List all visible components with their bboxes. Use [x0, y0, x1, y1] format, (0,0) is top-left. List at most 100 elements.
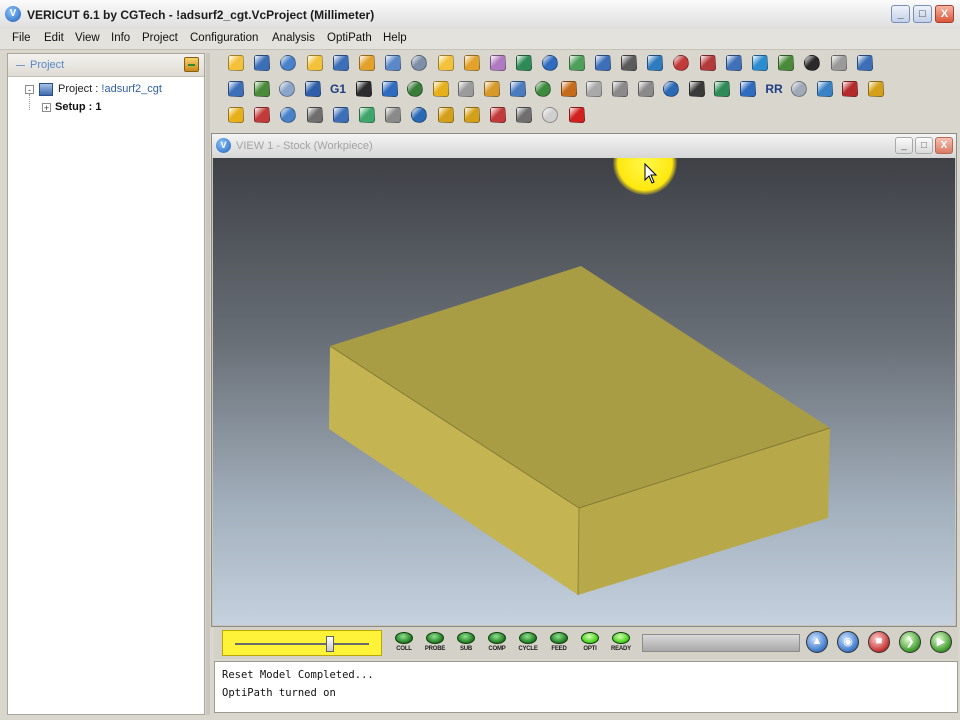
- toolbar-button[interactable]: [645, 53, 665, 73]
- view-close-button[interactable]: X: [935, 137, 953, 154]
- toolbar-button[interactable]: [462, 105, 482, 125]
- toolbar-button[interactable]: [488, 105, 508, 125]
- menu-configuration[interactable]: Configuration: [190, 32, 258, 44]
- menu-file[interactable]: File: [12, 32, 31, 44]
- view-minimize-button[interactable]: _: [895, 137, 913, 154]
- toolbar-button[interactable]: [277, 79, 297, 99]
- toolbar-button[interactable]: [866, 79, 886, 99]
- toolbar-button[interactable]: [789, 79, 809, 99]
- toolbar-button[interactable]: [383, 105, 403, 125]
- toolbar-icon: [228, 107, 244, 123]
- toolbar-button[interactable]: [514, 105, 534, 125]
- toolbar-button[interactable]: [252, 105, 272, 125]
- toolbar-button[interactable]: [508, 79, 528, 99]
- toolbar-button[interactable]: [661, 79, 681, 99]
- toolbar-button[interactable]: [278, 53, 298, 73]
- toolbar-button[interactable]: [584, 79, 604, 99]
- collapse-toggle-icon[interactable]: -: [25, 85, 34, 95]
- tree-item-project[interactable]: - Project : !adsurf2_cgt: [8, 82, 204, 98]
- toolbar-button[interactable]: [303, 79, 323, 99]
- toolbar-button[interactable]: [380, 79, 400, 99]
- tree-item-setup[interactable]: + Setup : 1: [8, 100, 204, 116]
- toolbar-button[interactable]: [431, 79, 451, 99]
- menu-project[interactable]: Project: [142, 32, 178, 44]
- message-log[interactable]: Reset Model Completed... OptiPath turned…: [214, 661, 958, 713]
- maximize-button[interactable]: □: [913, 5, 932, 23]
- toolbar-button[interactable]: [750, 53, 770, 73]
- menu-optipath[interactable]: OptiPath: [327, 32, 372, 44]
- single-step-button[interactable]: ❯: [899, 631, 921, 653]
- toolbar-icon: [535, 81, 551, 97]
- toolbar-button[interactable]: [540, 53, 560, 73]
- toolbar-button[interactable]: [383, 53, 403, 73]
- close-button[interactable]: X: [935, 5, 954, 23]
- toolbar-button[interactable]: [331, 53, 351, 73]
- toolbar-button[interactable]: [829, 53, 849, 73]
- stop-button[interactable]: ■: [868, 631, 890, 653]
- toolbar-button[interactable]: G1: [328, 79, 348, 99]
- toolbar-button[interactable]: [226, 79, 246, 99]
- menu-view[interactable]: View: [75, 32, 100, 44]
- toolbar-button[interactable]: [567, 53, 587, 73]
- toolbar-button[interactable]: [738, 79, 758, 99]
- toolbar-button[interactable]: [855, 53, 875, 73]
- toolbar-button[interactable]: [533, 79, 553, 99]
- toolbar-button[interactable]: [610, 79, 630, 99]
- toolbar-button[interactable]: [687, 79, 707, 99]
- graphics-viewport[interactable]: [213, 158, 955, 625]
- toolbar-button[interactable]: [305, 53, 325, 73]
- slider-thumb[interactable]: [326, 636, 334, 652]
- toolbar-button[interactable]: [776, 53, 796, 73]
- view-maximize-button[interactable]: □: [915, 137, 933, 154]
- toolbar-button[interactable]: [436, 105, 456, 125]
- toolbar-button[interactable]: [331, 105, 351, 125]
- toolbar-button[interactable]: [305, 105, 325, 125]
- toolbar-button[interactable]: [671, 53, 691, 73]
- play-button[interactable]: ▶: [930, 631, 952, 653]
- animation-speed-slider[interactable]: [222, 630, 382, 656]
- toolbar-button[interactable]: [567, 105, 587, 125]
- toolbar-button[interactable]: [456, 79, 476, 99]
- rewind-button[interactable]: ◉: [837, 631, 859, 653]
- toolbar-button[interactable]: [252, 53, 272, 73]
- toolbar-button[interactable]: [559, 79, 579, 99]
- toolbar-button[interactable]: [802, 53, 822, 73]
- panel-splitter[interactable]: [206, 53, 210, 715]
- menu-info[interactable]: Info: [111, 32, 130, 44]
- menu-edit[interactable]: Edit: [44, 32, 64, 44]
- panel-collapse-icon[interactable]: [16, 65, 25, 66]
- toolbar-button[interactable]: [354, 79, 374, 99]
- toolbar-button[interactable]: [712, 79, 732, 99]
- toolbar-button[interactable]: [815, 79, 835, 99]
- toolbar-button[interactable]: [698, 53, 718, 73]
- toolbar-button[interactable]: [840, 79, 860, 99]
- toolbar-button[interactable]: [540, 105, 560, 125]
- add-setup-icon[interactable]: [184, 57, 199, 72]
- toolbar-button[interactable]: [357, 105, 377, 125]
- toolbar-button[interactable]: [593, 53, 613, 73]
- toolbar-button[interactable]: [488, 53, 508, 73]
- toolbar-button[interactable]: [252, 79, 272, 99]
- toolbar-button[interactable]: [636, 79, 656, 99]
- toolbar-button[interactable]: [724, 53, 744, 73]
- expand-toggle-icon[interactable]: +: [42, 103, 51, 113]
- toolbar-button[interactable]: [226, 53, 246, 73]
- menu-analysis[interactable]: Analysis: [272, 32, 315, 44]
- toolbar-button[interactable]: [357, 53, 377, 73]
- minimize-button[interactable]: _: [891, 5, 910, 23]
- toolbar-button[interactable]: [409, 105, 429, 125]
- toolbar-button[interactable]: [482, 79, 502, 99]
- toolbar-button[interactable]: [226, 105, 246, 125]
- toolbar-button[interactable]: [405, 79, 425, 99]
- toolbar-button[interactable]: [462, 53, 482, 73]
- menu-help[interactable]: Help: [383, 32, 407, 44]
- toolbar-button[interactable]: [436, 53, 456, 73]
- toolbar-button[interactable]: RR: [764, 79, 784, 99]
- toolbar-button[interactable]: [409, 53, 429, 73]
- status-led-cycle: CYCLE: [514, 630, 542, 656]
- toolbar-button[interactable]: [514, 53, 534, 73]
- toolbar-button[interactable]: [619, 53, 639, 73]
- toolpath-up-button[interactable]: ▲: [806, 631, 828, 653]
- stock-model-svg: [329, 162, 831, 596]
- toolbar-button[interactable]: [278, 105, 298, 125]
